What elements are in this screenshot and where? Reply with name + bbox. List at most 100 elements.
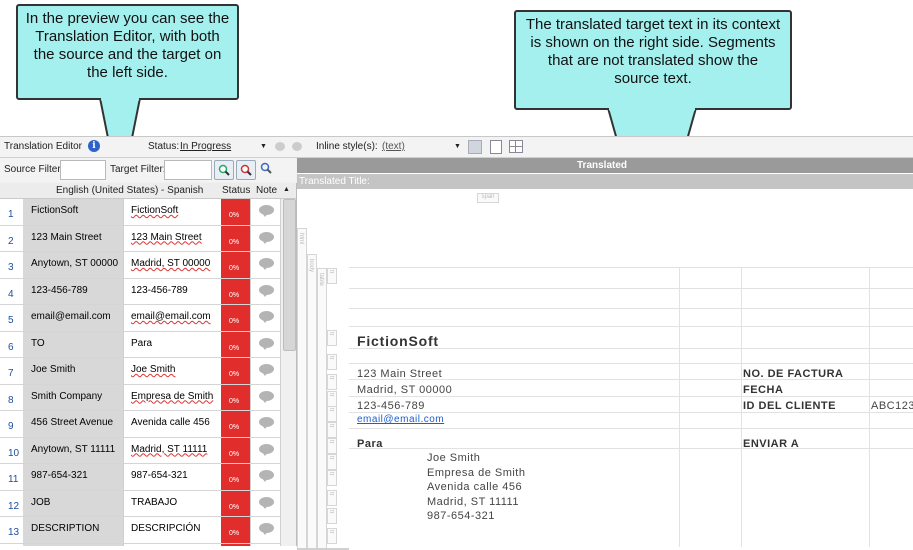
note-cell[interactable] (250, 225, 281, 251)
source-cell[interactable]: Anytown, ST 00000 (23, 252, 123, 278)
note-cell[interactable] (250, 490, 281, 516)
target-cell[interactable]: Para (123, 331, 222, 357)
note-cell[interactable] (250, 278, 281, 304)
target-cell[interactable]: email@email.com (123, 305, 222, 331)
note-cell[interactable] (250, 437, 281, 463)
source-cell[interactable]: TO (23, 331, 123, 357)
column-header-language[interactable]: English (United States) - Spanish (56, 185, 203, 196)
find-button[interactable] (214, 160, 234, 180)
note-cell[interactable] (250, 252, 281, 278)
status-percent: 0% (229, 450, 240, 458)
target-cell[interactable]: Madrid, ST 00000 (123, 252, 222, 278)
table-row[interactable]: 1 FictionSoft FictionSoft 0% (0, 199, 281, 226)
source-cell[interactable]: Anytown, ST 11111 (23, 437, 123, 463)
status-dropdown-icon[interactable]: ▼ (260, 143, 267, 150)
target-cell[interactable]: DESCRIPCIÓN (123, 517, 222, 543)
note-bubble-icon[interactable] (259, 496, 274, 509)
email-link[interactable]: email@email.com (357, 414, 444, 425)
grid-scrollbar[interactable] (280, 199, 296, 546)
editor-window: Translation Editor i Status: In Progress… (0, 136, 913, 550)
status-percent: 0% (229, 212, 240, 219)
source-cell[interactable]: 456 Street Avenue (23, 411, 123, 437)
note-cell[interactable] (250, 384, 281, 410)
note-cell[interactable] (250, 517, 281, 543)
table-row[interactable]: 8 Smith Company Empresa de Smith 0% (0, 384, 281, 411)
target-cell[interactable]: 123 Main Street (123, 225, 222, 251)
note-bubble-icon[interactable] (259, 205, 274, 217)
table-row[interactable]: 2 123 Main Street 123 Main Street 0% (0, 225, 281, 252)
info-icon[interactable]: i (88, 140, 100, 152)
table-row[interactable]: 6 TO Para 0% (0, 331, 281, 358)
source-cell[interactable]: 123 Main Street (23, 225, 123, 251)
toggle-icon[interactable] (275, 142, 285, 151)
source-cell[interactable]: 123-456-789 (23, 278, 123, 304)
scroll-up-icon[interactable]: ▲ (283, 186, 290, 193)
note-bubble-icon[interactable] (259, 470, 274, 482)
table-icon[interactable] (509, 140, 523, 153)
target-cell[interactable]: 123-456-789 (123, 278, 222, 304)
status-cell: 0% (221, 437, 250, 463)
source-filter-input[interactable] (60, 160, 106, 180)
table-row[interactable]: 12 JOB TRABAJO 0% (0, 490, 281, 517)
source-cell[interactable]: FictionSoft (23, 199, 123, 225)
note-bubble-icon[interactable] (259, 337, 274, 350)
target-cell[interactable]: 987-654-321 (123, 464, 222, 490)
toggle-off-icon[interactable] (292, 142, 302, 151)
column-header-status[interactable]: Status (222, 185, 250, 196)
note-cell[interactable] (250, 331, 281, 357)
note-cell[interactable] (250, 358, 281, 384)
note-bubble-icon[interactable] (259, 258, 274, 270)
target-cell[interactable]: FictionSoft (123, 199, 222, 225)
search-options-button[interactable] (260, 162, 276, 178)
source-cell[interactable]: 987-654-321 (23, 464, 123, 490)
column-header-note[interactable]: Note (256, 185, 277, 196)
table-row[interactable]: 9 456 Street Avenue Avenida calle 456 0% (0, 411, 281, 438)
target-cell[interactable]: Avenida calle 456 (123, 411, 222, 437)
target-cell[interactable]: Joe Smith (123, 358, 222, 384)
copy-icon[interactable] (468, 140, 482, 154)
source-cell[interactable]: Joe Smith (23, 358, 123, 384)
table-row[interactable]: 10 Anytown, ST 11111 Madrid, ST 11111 0% (0, 437, 281, 464)
to-phone: 987-654-321 (427, 510, 495, 522)
note-cell[interactable] (250, 464, 281, 490)
note-bubble-icon[interactable] (259, 390, 274, 403)
note-cell[interactable] (250, 305, 281, 331)
row-number: 13 (0, 517, 23, 543)
inline-style-select[interactable]: (text) (382, 141, 405, 152)
note-bubble-icon[interactable] (259, 364, 274, 376)
tag-tr-label: tr (328, 356, 334, 360)
clear-filter-button[interactable] (236, 160, 256, 180)
target-cell[interactable]: Empresa de Smith (123, 384, 222, 410)
note-bubble-icon[interactable] (259, 443, 274, 456)
table-row[interactable]: 7 Joe Smith Joe Smith 0% (0, 358, 281, 385)
table-row[interactable]: 11 987-654-321 987-654-321 0% (0, 464, 281, 491)
grid-scrollbar-thumb[interactable] (283, 199, 296, 351)
target-cell[interactable]: TRABAJO (123, 490, 222, 516)
preview-subheader-text: Translated Title: (299, 176, 370, 187)
note-cell[interactable] (250, 199, 281, 225)
table-row[interactable]: 13 DESCRIPTION DESCRIPCIÓN 0% (0, 517, 281, 544)
note-cell[interactable] (250, 411, 281, 437)
source-filter-label: Source Filter: (4, 164, 64, 175)
status-select[interactable]: In Progress (180, 141, 231, 152)
page-icon[interactable] (490, 140, 502, 154)
note-bubble-icon[interactable] (259, 231, 274, 244)
target-cell[interactable]: Madrid, ST 11111 (123, 437, 222, 463)
source-cell[interactable]: JOB (23, 490, 123, 516)
status-percent: 0% (229, 424, 240, 431)
editor-toolbar: Translation Editor i Status: In Progress… (0, 137, 913, 158)
source-cell[interactable]: email@email.com (23, 305, 123, 331)
note-bubble-icon[interactable] (259, 311, 274, 323)
inline-dropdown-icon[interactable]: ▼ (454, 143, 461, 150)
source-cell[interactable]: DESCRIPTION (23, 517, 123, 543)
note-bubble-icon[interactable] (259, 523, 274, 535)
table-row[interactable]: 3 Anytown, ST 00000 Madrid, ST 00000 0% (0, 252, 281, 279)
magnifier-clear-icon (240, 164, 252, 176)
table-row[interactable]: 5 email@email.com email@email.com 0% (0, 305, 281, 332)
source-cell[interactable]: Smith Company (23, 384, 123, 410)
target-filter-input[interactable] (164, 160, 212, 180)
target-text: 123-456-789 (131, 284, 188, 296)
note-bubble-icon[interactable] (259, 284, 274, 297)
table-row[interactable]: 4 123-456-789 123-456-789 0% (0, 278, 281, 305)
note-bubble-icon[interactable] (259, 417, 274, 429)
